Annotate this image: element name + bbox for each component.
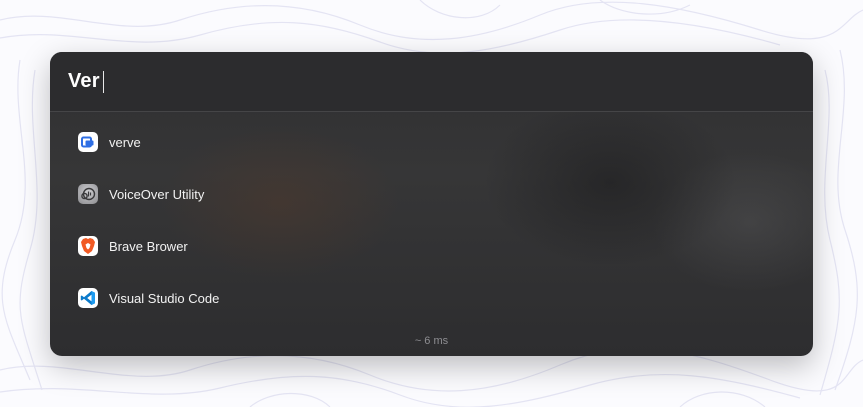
- result-item-verve[interactable]: verve: [50, 116, 813, 168]
- vscode-icon: [78, 288, 98, 308]
- result-label: Visual Studio Code: [109, 290, 220, 306]
- result-item-brave-browser[interactable]: Brave Brower: [50, 220, 813, 272]
- result-item-voiceover-utility[interactable]: VoiceOver Utility: [50, 168, 813, 220]
- search-bar[interactable]: Ver: [50, 52, 813, 112]
- verve-app-icon: [78, 132, 98, 152]
- brave-browser-icon: [78, 236, 98, 256]
- search-timing: ~ 6 ms: [414, 335, 449, 347]
- results-list: verve VoiceOver Utility Brave Brower Vis…: [50, 116, 813, 324]
- result-label: Brave Brower: [109, 238, 188, 254]
- launcher-panel: Ver verve VoiceOver Utility Brave Brower…: [50, 52, 813, 356]
- result-item-visual-studio-code[interactable]: Visual Studio Code: [50, 272, 813, 324]
- search-input[interactable]: Ver: [68, 70, 100, 93]
- result-label: VoiceOver Utility: [109, 186, 205, 202]
- voiceover-utility-icon: [78, 184, 98, 204]
- text-caret: [102, 70, 104, 93]
- result-label: verve: [109, 134, 141, 150]
